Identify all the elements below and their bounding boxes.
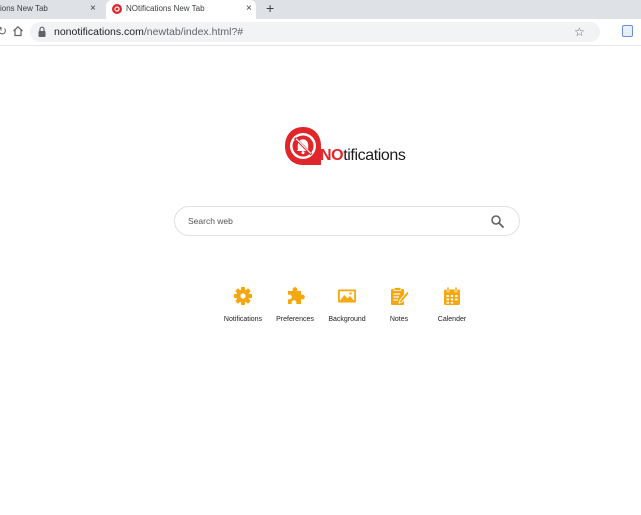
notifications-favicon-icon xyxy=(112,4,122,14)
tab-previous[interactable]: ions New Tab × xyxy=(0,0,102,19)
shortcut-notifications[interactable]: Notifications xyxy=(213,286,273,323)
gear-icon xyxy=(234,287,252,305)
logo-suffix: tifications xyxy=(343,147,406,164)
tab-label: NOtifications New Tab xyxy=(126,4,205,13)
calendar-icon xyxy=(444,286,460,305)
tab-notifications[interactable]: NOtifications New Tab × xyxy=(106,0,256,19)
shortcut-label: Notes xyxy=(389,316,409,323)
address-bar[interactable]: nonotifications.com/newtab/index.html?# … xyxy=(30,22,600,42)
shortcut-preferences[interactable]: Preferences xyxy=(265,286,325,323)
home-icon[interactable] xyxy=(12,25,24,37)
image-icon xyxy=(338,289,356,303)
tab-close-icon[interactable]: × xyxy=(90,0,96,18)
notes-icon xyxy=(391,287,409,305)
shortcut-notes[interactable]: Notes xyxy=(369,286,429,323)
shortcut-label: Background xyxy=(328,316,366,323)
shortcut-label: Calender xyxy=(437,316,467,323)
tab-close-icon[interactable]: × xyxy=(246,0,252,18)
url-path: /newtab/index.html?# xyxy=(143,26,244,38)
tab-strip: ions New Tab × NOtifications New Tab × + xyxy=(0,0,641,19)
puzzle-icon xyxy=(288,287,305,304)
shortcut-background[interactable]: Background xyxy=(317,286,377,323)
bookmark-star-icon[interactable]: ☆ xyxy=(574,25,585,39)
url-text: nonotifications.com/newtab/index.html?# xyxy=(54,22,243,42)
bell-logo-icon xyxy=(285,127,321,165)
browser-toolbar: ↻ nonotifications.com/newtab/index.html?… xyxy=(0,19,641,46)
url-domain: nonotifications.com xyxy=(54,26,144,38)
shortcut-calender[interactable]: Calender xyxy=(422,286,482,323)
notifications-logo: NOtifications xyxy=(283,125,423,171)
shortcut-label: Preferences xyxy=(276,316,314,323)
new-tab-button[interactable]: + xyxy=(266,0,274,17)
search-input[interactable] xyxy=(188,213,478,229)
search-icon[interactable] xyxy=(491,215,504,228)
reload-icon[interactable]: ↻ xyxy=(0,24,7,38)
extension-icon[interactable] xyxy=(622,25,633,37)
logo-prefix: NO xyxy=(320,147,344,164)
shortcut-label: Notifications xyxy=(223,316,263,323)
lock-icon xyxy=(38,26,46,37)
search-box xyxy=(174,206,520,236)
logo-wordmark: NOtifications xyxy=(320,147,406,165)
tab-label: ions New Tab xyxy=(0,4,48,13)
